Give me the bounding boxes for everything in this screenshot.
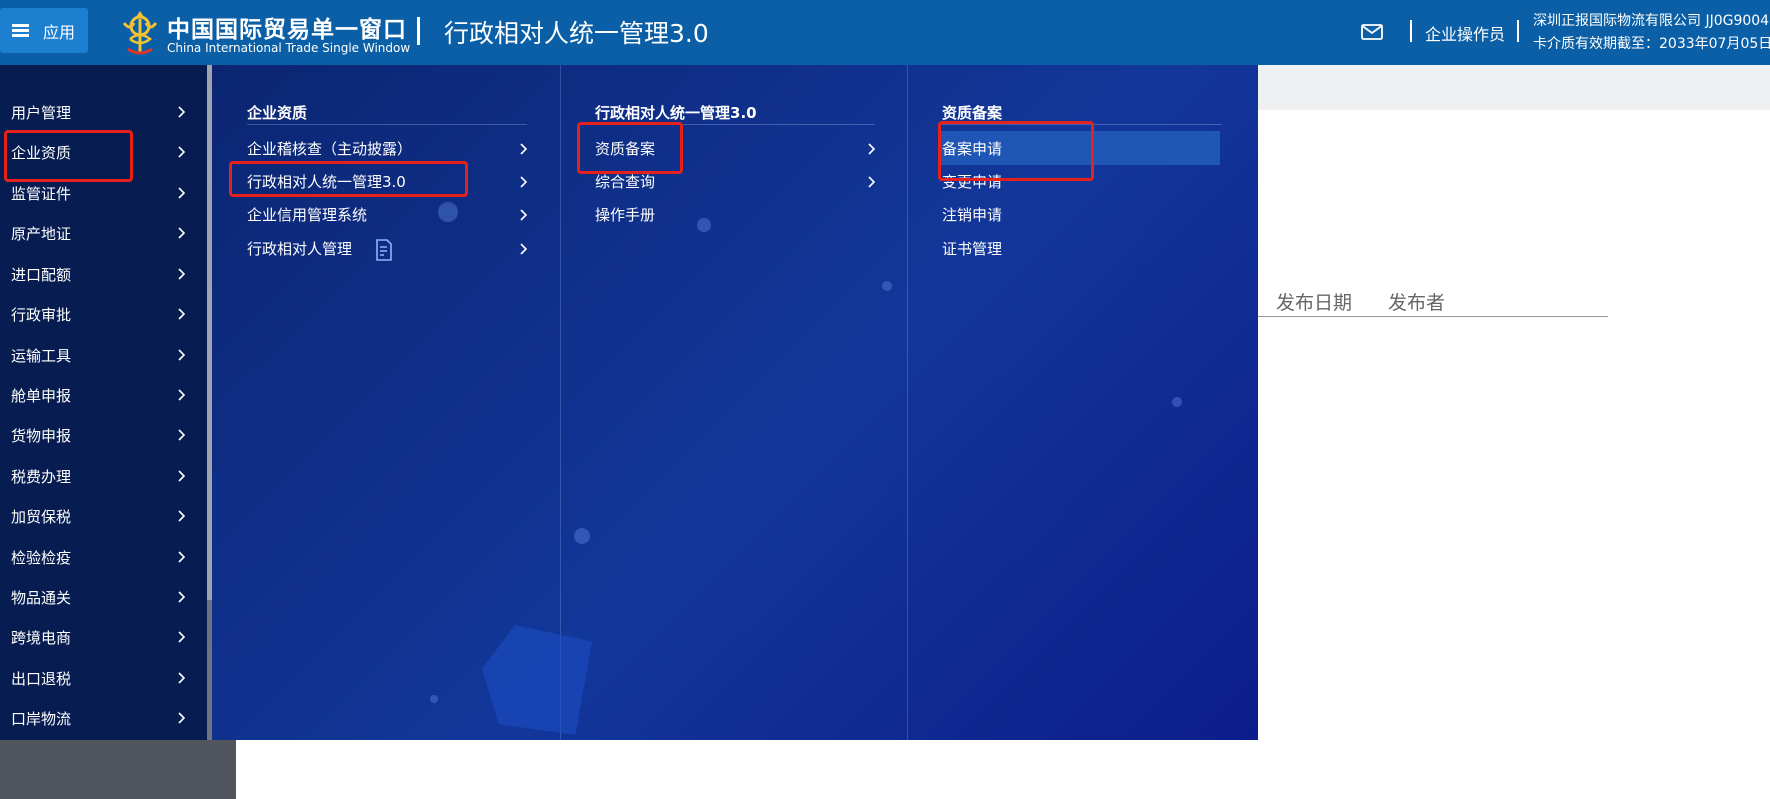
chevron-right-icon [178, 672, 186, 684]
decor-dot [438, 202, 458, 222]
chevron-right-icon [178, 227, 186, 239]
sidebar-item-inspection-quarantine[interactable]: 检验检疫 [0, 538, 207, 576]
top-header: 应用 中国国际贸易单一窗口 China International Trade … [0, 0, 1770, 65]
sidebar-item-transport-vehicles[interactable]: 运输工具 [0, 336, 207, 374]
chevron-right-icon [178, 712, 186, 724]
annotation-highlight-box [577, 122, 683, 174]
sidebar-item-label: 舱单申报 [11, 386, 72, 405]
annotation-highlight-box [938, 121, 1094, 181]
content-toolbar-band [1258, 65, 1770, 110]
sidebar-item-administrative-approval[interactable]: 行政审批 [0, 295, 207, 333]
menu-column-title-underline [247, 124, 527, 125]
hamburger-icon [12, 24, 29, 37]
apps-menu-button[interactable]: 应用 [0, 8, 88, 53]
customs-emblem-logo [122, 11, 158, 55]
sidebar-item-label: 物品通关 [11, 588, 72, 607]
menu-item-admin-counterpart-management[interactable]: 行政相对人管理 [247, 238, 352, 259]
sidebar-item-export-tax-refund[interactable]: 出口退税 [0, 659, 207, 697]
menu-column-title-qualification-filing: 资质备案 [942, 104, 1003, 122]
menu-item-comprehensive-query[interactable]: 综合查询 [595, 171, 655, 192]
chevron-right-icon [178, 187, 186, 199]
sidebar-footer-block [0, 740, 236, 799]
annotation-highlight-box [4, 130, 133, 182]
menu-item-enterprise-audit[interactable]: 企业稽核查（主动披露） [247, 138, 412, 159]
brand-name-cn: 中国国际贸易单一窗口 [167, 17, 407, 43]
chevron-right-icon [178, 106, 186, 118]
decor-dot [574, 528, 590, 544]
sidebar-item-manifest-declaration[interactable]: 舱单申报 [0, 376, 207, 414]
header-divider [1410, 20, 1412, 42]
chevron-right-icon [178, 429, 186, 441]
decor-shape [482, 625, 592, 735]
sidebar-item-label: 用户管理 [11, 103, 72, 122]
apps-menu-label: 应用 [43, 22, 76, 42]
chevron-right-icon [178, 349, 186, 361]
sidebar-item-label: 监管证件 [11, 184, 72, 203]
sidebar-item-import-quota[interactable]: 进口配额 [0, 255, 207, 293]
sidebar-item-goods-clearance[interactable]: 物品通关 [0, 578, 207, 616]
chevron-right-icon [178, 268, 186, 280]
document-icon [376, 239, 392, 261]
menu-column-title-enterprise-qualification: 企业资质 [247, 104, 308, 122]
sidebar-item-label: 跨境电商 [11, 628, 72, 647]
sidebar-item-label: 检验检疫 [11, 548, 72, 567]
sidebar-item-certificate-of-origin[interactable]: 原产地证 [0, 214, 207, 252]
brand-name-en: China International Trade Single Window [167, 41, 411, 55]
menu-column-divider [907, 65, 908, 740]
menu-item-certificate-management[interactable]: 证书管理 [942, 238, 1002, 259]
chevron-right-icon [178, 551, 186, 563]
sidebar-item-label: 口岸物流 [11, 709, 72, 728]
decor-dot [430, 695, 438, 703]
annotation-highlight-box [229, 161, 468, 197]
column-header-publish-date[interactable]: 发布日期 [1276, 288, 1352, 315]
user-role[interactable]: 企业操作员 [1425, 21, 1505, 45]
chevron-right-icon [178, 510, 186, 522]
sidebar-item-processing-trade-bonded[interactable]: 加贸保税 [0, 497, 207, 535]
chevron-right-icon [868, 143, 876, 155]
chevron-right-icon [178, 308, 186, 320]
card-expiry: 卡介质有效期截至：2033年07月05日 [1533, 36, 1770, 52]
company-info: 深圳正报国际物流有限公司 JJ0G900405 [1533, 13, 1770, 29]
chevron-right-icon [178, 591, 186, 603]
menu-item-enterprise-credit-system[interactable]: 企业信用管理系统 [247, 204, 367, 225]
chevron-right-icon [520, 243, 528, 255]
chevron-right-icon [520, 143, 528, 155]
system-title: 行政相对人统一管理3.0 [444, 19, 709, 48]
sidebar-item-cross-border-ecommerce[interactable]: 跨境电商 [0, 618, 207, 656]
app-window: 发布日期 发布者 应用 中国国际贸易单一窗口 China Internation… [0, 0, 1770, 799]
menu-item-cancellation-application[interactable]: 注销申请 [942, 204, 1002, 225]
menu-item-operation-manual[interactable]: 操作手册 [595, 204, 655, 225]
sidebar-item-label: 税费办理 [11, 467, 72, 486]
chevron-right-icon [868, 176, 876, 188]
title-divider [417, 17, 420, 45]
sidebar-item-label: 货物申报 [11, 426, 72, 445]
decor-dot [697, 218, 711, 232]
chevron-right-icon [520, 209, 528, 221]
sidebar-item-port-logistics[interactable]: 口岸物流 [0, 699, 207, 737]
decor-dot [1172, 397, 1182, 407]
menu-column-title-admin-unified-management: 行政相对人统一管理3.0 [595, 104, 757, 122]
decor-dot [882, 281, 892, 291]
sidebar-item-label: 加贸保税 [11, 507, 72, 526]
column-header-publisher[interactable]: 发布者 [1388, 288, 1445, 315]
mail-icon[interactable] [1361, 24, 1383, 40]
sidebar-item-label: 行政审批 [11, 305, 72, 324]
sidebar-item-label: 原产地证 [11, 224, 72, 243]
sidebar-item-user-management[interactable]: 用户管理 [0, 93, 207, 131]
chevron-right-icon [520, 176, 528, 188]
header-divider [1517, 20, 1519, 42]
table-header-divider [1258, 316, 1608, 317]
sidebar-item-label: 进口配额 [11, 265, 72, 284]
sidebar-item-tax-payment[interactable]: 税费办理 [0, 457, 207, 495]
chevron-right-icon [178, 146, 186, 158]
chevron-right-icon [178, 631, 186, 643]
sidebar-item-label: 运输工具 [11, 346, 72, 365]
sidebar-item-label: 出口退税 [11, 669, 72, 688]
chevron-right-icon [178, 470, 186, 482]
chevron-right-icon [178, 389, 186, 401]
sidebar-item-goods-declaration[interactable]: 货物申报 [0, 416, 207, 454]
